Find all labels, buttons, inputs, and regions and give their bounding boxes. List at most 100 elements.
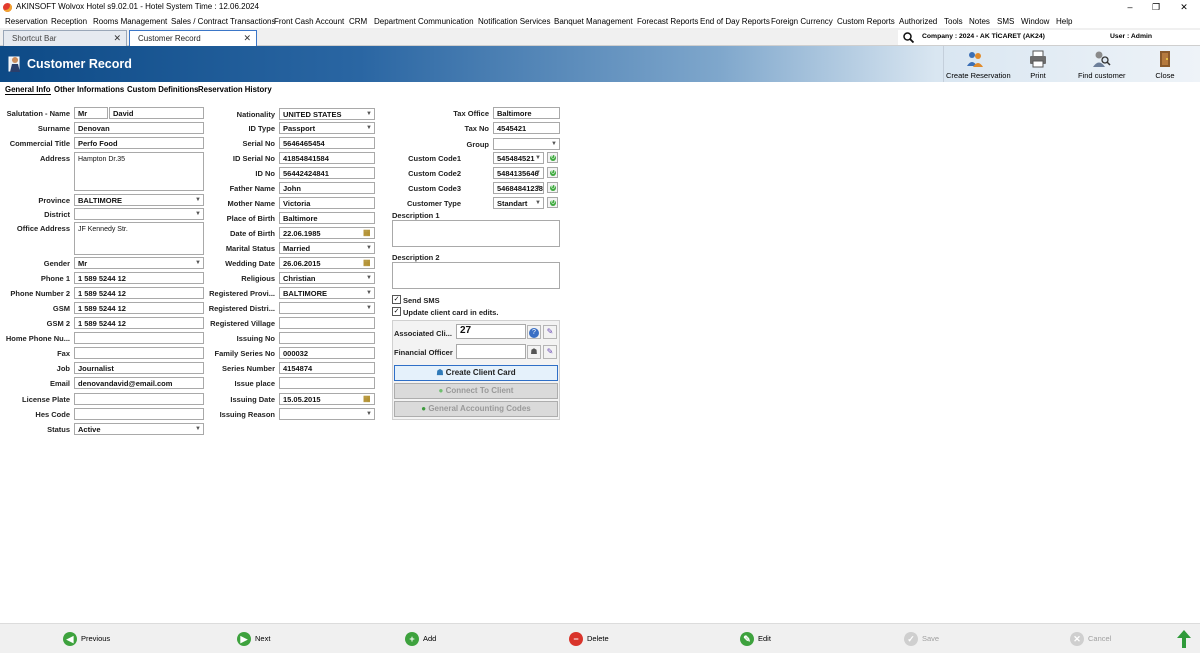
district-select[interactable]: ▼: [74, 208, 204, 220]
menu-rooms-management[interactable]: Rooms Management: [93, 17, 167, 26]
minimize-button[interactable]: –: [1118, 0, 1142, 15]
surname-field[interactable]: Denovan: [74, 122, 204, 134]
associated-client-field[interactable]: 27: [456, 324, 526, 339]
home-phone-field[interactable]: [74, 332, 204, 344]
find-customer-button[interactable]: Find customer: [1078, 50, 1126, 80]
salutation-field[interactable]: Mr: [74, 107, 108, 119]
chevron-down-icon[interactable]: ▼: [365, 274, 373, 283]
chevron-down-icon[interactable]: ▼: [534, 154, 542, 163]
group-select[interactable]: ▼: [493, 138, 560, 150]
father-name-field[interactable]: John: [279, 182, 375, 194]
chevron-down-icon[interactable]: ▼: [194, 259, 202, 268]
mother-name-field[interactable]: Victoria: [279, 197, 375, 209]
commercial-title-field[interactable]: Perfo Food: [74, 137, 204, 149]
issuing-no-field[interactable]: [279, 332, 375, 344]
place-of-birth-field[interactable]: Baltimore: [279, 212, 375, 224]
phone2-field[interactable]: 1 589 5244 12: [74, 287, 204, 299]
create-client-card-button[interactable]: ☗ Create Client Card: [394, 365, 558, 381]
email-field[interactable]: denovandavid@email.com: [74, 377, 204, 389]
fax-field[interactable]: [74, 347, 204, 359]
address-field[interactable]: Hampton Dr.35: [74, 152, 204, 191]
search-icon[interactable]: [903, 32, 914, 43]
description2-field[interactable]: [392, 262, 560, 289]
menu-tools[interactable]: Tools: [944, 17, 963, 26]
subtab-other-informations[interactable]: Other Informations: [54, 85, 124, 94]
menu-sales-contract[interactable]: Sales / Contract Transactions: [171, 17, 276, 26]
tax-office-field[interactable]: Baltimore: [493, 107, 560, 119]
calendar-icon[interactable]: ▦: [363, 394, 372, 404]
close-window-button[interactable]: ✕: [1172, 0, 1196, 15]
menu-custom-reports[interactable]: Custom Reports: [837, 17, 895, 26]
subtab-reservation-history[interactable]: Reservation History: [198, 85, 272, 94]
subtab-custom-definitions[interactable]: Custom Definitions: [127, 85, 198, 94]
financial-officer-find-button[interactable]: ☗: [527, 345, 541, 359]
customer-type-select[interactable]: Standart ▼: [493, 197, 544, 209]
chevron-down-icon[interactable]: ▼: [365, 289, 373, 298]
custom-code1-select[interactable]: 545484521 ▼: [493, 152, 544, 164]
gsm2-field[interactable]: 1 589 5244 12: [74, 317, 204, 329]
cancel-button[interactable]: ✕ Cancel: [1070, 631, 1111, 647]
gsm-field[interactable]: 1 589 5244 12: [74, 302, 204, 314]
id-serial-no-field[interactable]: 41854841584: [279, 152, 375, 164]
issue-place-field[interactable]: [279, 377, 375, 389]
chevron-down-icon[interactable]: ▼: [365, 124, 373, 133]
id-type-select[interactable]: Passport ▼: [279, 122, 375, 134]
close-button[interactable]: Close: [1152, 50, 1178, 80]
marital-status-select[interactable]: Married ▼: [279, 242, 375, 254]
description1-field[interactable]: [392, 220, 560, 247]
general-accounting-codes-button[interactable]: ● General Accounting Codes: [394, 401, 558, 417]
chevron-down-icon[interactable]: ▼: [365, 244, 373, 253]
financial-officer-edit-button[interactable]: ✎: [543, 345, 557, 359]
menu-reservation[interactable]: Reservation: [5, 17, 48, 26]
next-button[interactable]: ▶ Next: [237, 631, 270, 647]
associated-client-help-button[interactable]: ?: [527, 325, 541, 339]
close-icon[interactable]: ✕: [243, 33, 251, 44]
tab-customer-record[interactable]: Customer Record ✕: [129, 30, 257, 46]
chevron-down-icon[interactable]: ▼: [194, 425, 202, 434]
add-button[interactable]: + Add: [405, 631, 436, 647]
calendar-icon[interactable]: ▦: [363, 258, 372, 268]
series-number-field[interactable]: 4154874: [279, 362, 375, 374]
license-plate-field[interactable]: [74, 393, 204, 405]
close-icon[interactable]: ✕: [113, 33, 121, 44]
subtab-general-info[interactable]: General Info: [5, 85, 51, 95]
scroll-to-top-icon[interactable]: [1177, 630, 1191, 648]
chevron-down-icon[interactable]: ▼: [534, 199, 542, 208]
chevron-down-icon[interactable]: ▼: [365, 410, 373, 419]
financial-officer-field[interactable]: [456, 344, 526, 359]
religious-select[interactable]: Christian ▼: [279, 272, 375, 284]
menu-front-cash[interactable]: Front Cash Account: [274, 17, 344, 26]
status-select[interactable]: Active ▼: [74, 423, 204, 435]
menu-forecast-reports[interactable]: Forecast Reports: [637, 17, 698, 26]
menu-crm[interactable]: CRM: [349, 17, 367, 26]
custom-code2-add-button[interactable]: ↻: [547, 167, 558, 178]
chevron-down-icon[interactable]: ▼: [194, 210, 202, 219]
serial-no-field[interactable]: 5646465454: [279, 137, 375, 149]
nationality-select[interactable]: UNITED STATES ▼: [279, 108, 375, 120]
menu-reception[interactable]: Reception: [51, 17, 87, 26]
menu-end-of-day-reports[interactable]: End of Day Reports: [700, 17, 770, 26]
save-button[interactable]: ✓ Save: [904, 631, 939, 647]
menu-authorized[interactable]: Authorized: [899, 17, 937, 26]
id-no-field[interactable]: 56442424841: [279, 167, 375, 179]
customer-type-add-button[interactable]: ↻: [547, 197, 558, 208]
menu-sms[interactable]: SMS: [997, 17, 1014, 26]
menu-department-communication[interactable]: Department Communication: [374, 17, 474, 26]
hes-code-field[interactable]: [74, 408, 204, 420]
province-select[interactable]: BALTIMORE ▼: [74, 194, 204, 206]
registered-province-select[interactable]: BALTIMORE ▼: [279, 287, 375, 299]
menu-notification-services[interactable]: Notification Services: [478, 17, 550, 26]
office-address-field[interactable]: JF Kennedy Str.: [74, 222, 204, 255]
menu-foreign-currency[interactable]: Foreign Currency: [771, 17, 833, 26]
menu-banquet-management[interactable]: Banquet Management: [554, 17, 633, 26]
issuing-date-field[interactable]: 15.05.2015 ▦: [279, 393, 375, 405]
menu-window[interactable]: Window: [1021, 17, 1049, 26]
update-card-checkbox[interactable]: ✓: [392, 307, 401, 316]
chevron-down-icon[interactable]: ▼: [194, 196, 202, 205]
chevron-down-icon[interactable]: ▼: [365, 304, 373, 313]
chevron-down-icon[interactable]: ▼: [550, 140, 558, 149]
custom-code1-add-button[interactable]: ↻: [547, 152, 558, 163]
custom-code3-select[interactable]: 54684841238 ▼: [493, 182, 544, 194]
tab-shortcut-bar[interactable]: Shortcut Bar ✕: [3, 30, 127, 46]
menu-help[interactable]: Help: [1056, 17, 1072, 26]
